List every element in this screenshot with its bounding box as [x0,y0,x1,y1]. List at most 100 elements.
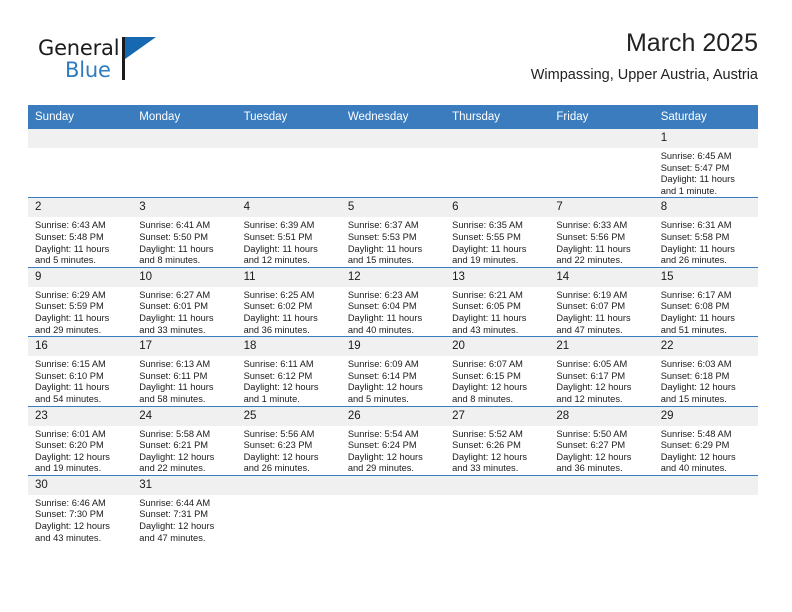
sunset-time: Sunset: 6:11 PM [139,370,208,381]
calendar-day-cell[interactable]: 11 Sunrise: 6:25 AM Sunset: 6:02 PM Dayligh… [236,266,341,337]
calendar-day-cell[interactable]: 15 Sunrise: 6:17 AM Sunset: 6:08 PM Dayligh… [653,266,758,337]
logo-triangle-icon [125,37,156,59]
logo-text-blue: Blue [65,58,111,82]
calendar-week-row: 1 Sunrise: 6:45 AM Sunset: 5:47 PM Daylight… [28,129,758,198]
daylight-duration-line-1: Daylight: 11 hours [556,243,631,254]
calendar-day-cell[interactable]: 28 Sunrise: 5:50 AM Sunset: 6:27 PM Dayligh… [549,405,654,476]
day-number [340,129,446,148]
calendar-day-cell[interactable]: 18 Sunrise: 6:11 AM Sunset: 6:12 PM Dayligh… [236,336,341,406]
daylight-duration-line-1: Daylight: 11 hours [347,312,423,323]
daylight-duration-line-2: and 26 minutes. [660,255,727,266]
sunset-time: Sunset: 6:23 PM [243,440,313,451]
calendar-day-cell[interactable]: 4 Sunrise: 6:39 AM Sunset: 5:51 PM Daylight… [236,197,341,268]
day-details: Sunrise: 6:11 AM Sunset: 6:12 PM Daylight:… [237,356,341,405]
day-number: 30 [28,475,133,495]
day-number: 28 [549,406,654,426]
calendar-day-cell[interactable]: 25 Sunrise: 5:56 AM Sunset: 6:23 PM Dayligh… [236,405,341,476]
sunset-time: Sunset: 6:29 PM [660,440,730,451]
calendar-day-cell[interactable]: 23 Sunrise: 6:01 AM Sunset: 6:20 PM Dayligh… [28,405,133,476]
calendar-day-cell[interactable]: 6 Sunrise: 6:35 AM Sunset: 5:55 PM Daylight… [445,197,550,268]
calendar-day-cell[interactable]: 13 Sunrise: 6:21 AM Sunset: 6:05 PM Dayligh… [445,266,550,337]
daylight-duration-line-2: and 19 minutes. [35,463,102,474]
calendar-day-cell[interactable]: 31 Sunrise: 6:44 AM Sunset: 7:31 PM Dayligh… [132,474,237,545]
day-number: 10 [132,267,237,287]
calendar-day-cell[interactable]: 27 Sunrise: 5:52 AM Sunset: 6:26 PM Dayligh… [445,405,550,476]
calendar-day-cell-empty [340,474,446,545]
sunrise-time: Sunrise: 6:45 AM [660,151,732,161]
sunrise-time: Sunrise: 6:03 AM [660,359,732,370]
calendar-day-cell[interactable]: 30 Sunrise: 6:46 AM Sunset: 7:30 PM Dayligh… [28,474,133,545]
day-details: Sunrise: 6:41 AM Sunset: 5:50 PM Daylight:… [132,217,236,266]
sunrise-sunset-calendar: Sunday Monday Tuesday Wednesday Thursday… [28,105,758,545]
daylight-duration-line-1: Daylight: 11 hours [660,312,735,323]
weekday-header-wednesday: Wednesday [340,105,446,129]
day-details: Sunrise: 6:05 AM Sunset: 6:17 PM Daylight:… [549,356,653,405]
calendar-day-cell[interactable]: 19 Sunrise: 6:09 AM Sunset: 6:14 PM Dayligh… [340,336,446,406]
day-number: 26 [340,406,446,426]
day-details: Sunrise: 6:37 AM Sunset: 5:53 PM Daylight:… [341,217,445,266]
calendar-day-cell[interactable]: 22 Sunrise: 6:03 AM Sunset: 6:18 PM Dayligh… [653,336,758,406]
page-subtitle: Wimpassing, Upper Austria, Austria [530,67,758,83]
sunset-time: Sunset: 5:48 PM [35,231,104,242]
day-details: Sunrise: 6:21 AM Sunset: 6:05 PM Daylight:… [445,287,549,336]
day-details: Sunrise: 6:09 AM Sunset: 6:14 PM Daylight:… [341,356,445,405]
general-blue-logo[interactable]: General Blue [38,36,238,92]
daylight-duration-line-2: and 1 minute. [243,393,300,404]
sunrise-time: Sunrise: 6:33 AM [556,220,628,231]
calendar-day-cell[interactable]: 9 Sunrise: 6:29 AM Sunset: 5:59 PM Daylight… [28,266,133,337]
calendar-day-cell[interactable]: 7 Sunrise: 6:33 AM Sunset: 5:56 PM Daylight… [549,197,654,268]
weekday-header-tuesday: Tuesday [236,105,341,129]
daylight-duration-line-1: Daylight: 12 hours [452,451,528,462]
sunrise-time: Sunrise: 6:19 AM [556,289,628,300]
calendar-day-cell[interactable]: 5 Sunrise: 6:37 AM Sunset: 5:53 PM Daylight… [340,197,446,268]
calendar-day-cell[interactable]: 8 Sunrise: 6:31 AM Sunset: 5:58 PM Daylight… [653,197,758,268]
day-number [28,129,133,148]
daylight-duration-line-1: Daylight: 11 hours [660,174,735,185]
calendar-day-cell[interactable]: 2 Sunrise: 6:43 AM Sunset: 5:48 PM Daylight… [28,197,133,268]
calendar-day-cell[interactable]: 12 Sunrise: 6:23 AM Sunset: 6:04 PM Dayligh… [340,266,446,337]
calendar-day-cell[interactable]: 26 Sunrise: 5:54 AM Sunset: 6:24 PM Dayligh… [340,405,446,476]
calendar-header-row-group: Sunday Monday Tuesday Wednesday Thursday… [28,105,758,129]
calendar-day-cell[interactable]: 17 Sunrise: 6:13 AM Sunset: 6:11 PM Dayligh… [132,336,237,406]
calendar-day-cell[interactable]: 24 Sunrise: 5:58 AM Sunset: 6:21 PM Dayligh… [132,405,237,476]
calendar-day-cell[interactable]: 1 Sunrise: 6:45 AM Sunset: 5:47 PM Daylight… [653,129,758,198]
calendar-page: General Blue March 2025 Wimpassing, Uppe… [0,0,792,612]
daylight-duration-line-1: Daylight: 11 hours [139,382,214,393]
day-details: Sunrise: 6:46 AM Sunset: 7:30 PM Daylight:… [28,495,132,544]
day-number: 19 [340,337,446,357]
day-number: 14 [549,267,654,287]
calendar-body: 1 Sunrise: 6:45 AM Sunset: 5:47 PM Daylight… [28,129,758,545]
sunset-time: Sunset: 6:04 PM [347,301,417,312]
day-details: Sunrise: 5:48 AM Sunset: 6:29 PM Daylight:… [654,426,758,475]
daylight-duration-line-2: and 40 minutes. [660,463,727,474]
calendar-day-cell-empty [132,129,237,198]
calendar-day-cell-empty [236,129,341,198]
calendar-day-cell[interactable]: 21 Sunrise: 6:05 AM Sunset: 6:17 PM Dayligh… [549,336,654,406]
calendar-day-cell[interactable]: 16 Sunrise: 6:15 AM Sunset: 6:10 PM Dayligh… [28,336,133,406]
daylight-duration-line-1: Daylight: 11 hours [452,312,527,323]
sunrise-time: Sunrise: 6:46 AM [35,497,106,508]
calendar-day-cell[interactable]: 3 Sunrise: 6:41 AM Sunset: 5:50 PM Daylight… [132,197,237,268]
day-details: Sunrise: 6:23 AM Sunset: 6:04 PM Daylight:… [341,287,445,336]
calendar-week-row: 23 Sunrise: 6:01 AM Sunset: 6:20 PM Dayligh… [28,405,758,476]
sunset-time: Sunset: 5:51 PM [243,231,313,242]
sunrise-time: Sunrise: 6:23 AM [347,289,419,300]
day-number: 8 [653,198,758,218]
daylight-duration-line-2: and 47 minutes. [556,324,623,335]
day-number [549,475,654,495]
daylight-duration-line-2: and 51 minutes. [660,324,727,335]
day-number [653,475,758,495]
calendar-day-cell[interactable]: 29 Sunrise: 5:48 AM Sunset: 6:29 PM Dayligh… [653,405,758,476]
day-number [445,129,550,148]
sunrise-time: Sunrise: 6:01 AM [35,428,106,439]
calendar-day-cell[interactable]: 14 Sunrise: 6:19 AM Sunset: 6:07 PM Dayligh… [549,266,654,337]
daylight-duration-line-2: and 40 minutes. [347,324,414,335]
daylight-duration-line-2: and 12 minutes. [556,393,623,404]
day-details: Sunrise: 5:54 AM Sunset: 6:24 PM Daylight:… [341,426,445,475]
sunrise-time: Sunrise: 6:17 AM [660,289,732,300]
page-title: March 2025 [625,29,758,57]
sunrise-time: Sunrise: 6:44 AM [139,497,211,508]
calendar-day-cell[interactable]: 20 Sunrise: 6:07 AM Sunset: 6:15 PM Dayligh… [445,336,550,406]
calendar-day-cell[interactable]: 10 Sunrise: 6:27 AM Sunset: 6:01 PM Dayligh… [132,266,237,337]
sunset-time: Sunset: 6:21 PM [139,440,209,451]
